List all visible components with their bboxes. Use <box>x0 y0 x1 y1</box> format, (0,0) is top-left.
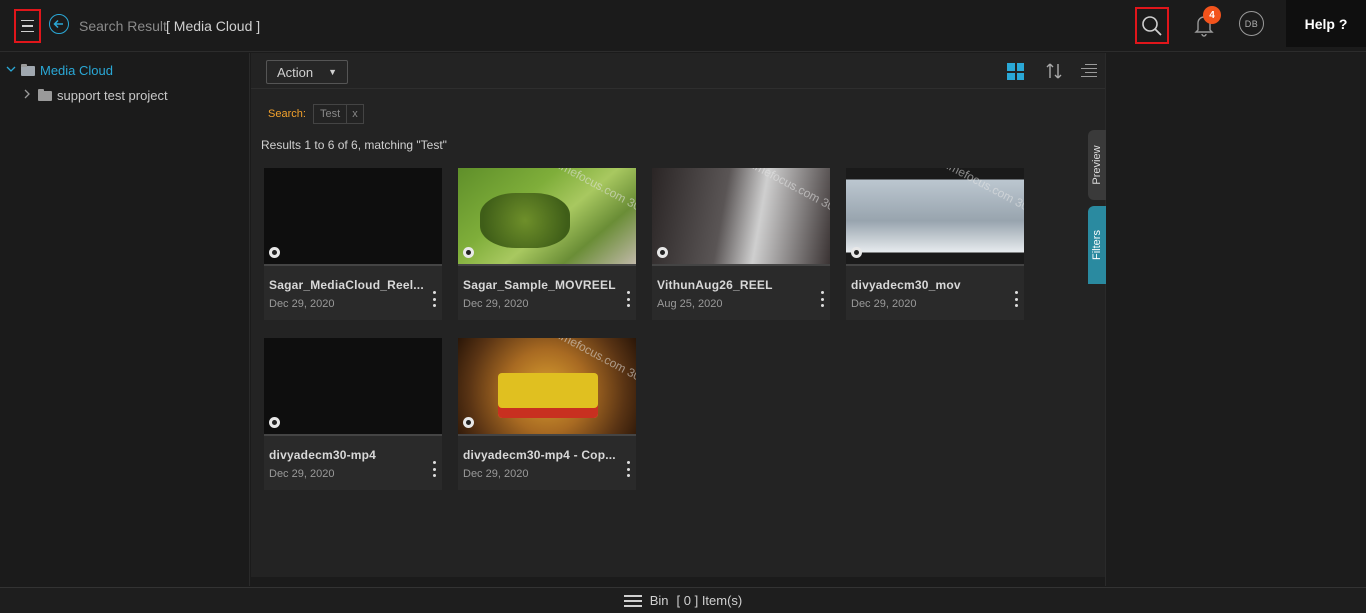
asset-title: divyadecm30-mp4 <box>269 448 377 462</box>
asset-title: Sagar_MediaCloud_Reel... <box>269 278 424 292</box>
more-options-icon[interactable] <box>431 461 437 477</box>
bin-menu-icon <box>623 594 642 607</box>
watermark-text: shilpashree@primefocus.com 30-12-2020 09… <box>870 168 1024 264</box>
film-reel-icon <box>463 417 474 428</box>
search-term-chip: Test x <box>313 104 364 124</box>
asset-date: Dec 29, 2020 <box>851 298 917 310</box>
asset-card[interactable]: shilpashree@primefocus.com 30-12-2020 09… <box>652 168 830 320</box>
tab-filters[interactable]: Filters <box>1088 206 1106 284</box>
asset-thumbnail[interactable]: shilpashree@primefocus.com 30-12-2020 09… <box>458 338 636 436</box>
notification-badge: 4 <box>1203 6 1221 24</box>
tree-item-support-test-project[interactable]: support test project <box>23 88 168 103</box>
clear-search-button[interactable]: x <box>347 105 363 123</box>
chevron-down-icon[interactable] <box>6 65 16 76</box>
asset-thumbnail[interactable]: shilpashree@primefocus.com 30-12-2020 09… <box>458 168 636 266</box>
menu-icon[interactable] <box>14 9 41 43</box>
results-count: Results 1 to 6 of 6, matching "Test" <box>261 138 447 152</box>
chevron-right-icon[interactable] <box>23 89 33 102</box>
search-term: Test <box>314 105 348 123</box>
more-options-icon[interactable] <box>625 461 631 477</box>
asset-thumbnail[interactable]: shilpashree@primefocus.com 30-12-2020 09… <box>846 168 1024 266</box>
film-reel-icon <box>657 247 668 258</box>
results-toolbar: Action ▼ <box>251 53 1105 89</box>
tab-label: Filters <box>1091 230 1103 260</box>
grid-view-icon[interactable] <box>1007 63 1024 80</box>
asset-card[interactable]: shilpashree@primefocus.com 30-12-2020 09… <box>458 168 636 320</box>
back-arrow-icon[interactable] <box>49 14 69 34</box>
asset-date: Dec 29, 2020 <box>463 468 529 480</box>
more-options-icon[interactable] <box>431 291 437 307</box>
asset-date: Aug 25, 2020 <box>657 298 723 310</box>
results-panel: Action ▼ Search: Test x Results 1 to 6 o… <box>251 53 1105 577</box>
film-reel-icon <box>851 247 862 258</box>
asset-title: VithunAug26_REEL <box>657 278 773 292</box>
film-reel-icon <box>269 417 280 428</box>
action-label: Action <box>277 64 314 80</box>
more-options-icon[interactable] <box>1013 291 1019 307</box>
sort-icon[interactable] <box>1044 61 1064 81</box>
more-options-icon[interactable] <box>625 291 631 307</box>
page-title: Search Result <box>79 18 167 34</box>
right-panel <box>1105 53 1366 586</box>
tab-preview[interactable]: Preview <box>1088 130 1106 200</box>
action-dropdown[interactable]: Action ▼ <box>266 60 348 84</box>
tree-item-label: Media Cloud <box>40 63 113 78</box>
asset-title: divyadecm30_mov <box>851 278 961 292</box>
folder-open-icon <box>21 63 35 76</box>
asset-date: Dec 29, 2020 <box>269 298 335 310</box>
film-reel-icon <box>269 247 280 258</box>
bin-bar[interactable]: Bin [ 0 ] Item(s) <box>0 587 1366 613</box>
tree-item-media-cloud[interactable]: Media Cloud <box>6 63 113 78</box>
film-reel-icon <box>463 247 474 258</box>
top-bar: Search Result [ Media Cloud ] 4 DB Help … <box>0 0 1366 52</box>
folder-icon <box>38 88 52 101</box>
help-button[interactable]: Help ? <box>1286 0 1366 47</box>
caret-down-icon: ▼ <box>328 67 338 77</box>
tab-label: Preview <box>1091 145 1103 185</box>
asset-card[interactable]: shilpashree@primefocus.com 30-12-2020 09… <box>458 338 636 490</box>
asset-card[interactable]: shilpashree@primefocus.com 30-12-2020 09… <box>846 168 1024 320</box>
asset-date: Dec 29, 2020 <box>269 468 335 480</box>
more-options-icon[interactable] <box>819 291 825 307</box>
bin-count: [ 0 ] Item(s) <box>676 593 743 608</box>
watermark-text: shilpashree@primefocus.com 30-12-2020 09… <box>676 168 830 264</box>
asset-card[interactable]: divyadecm30-mp4 Dec 29, 2020 <box>264 338 442 490</box>
search-label: Search: <box>268 108 306 120</box>
tree-item-label: support test project <box>57 88 168 103</box>
search-icon[interactable] <box>1135 7 1169 44</box>
list-view-icon[interactable] <box>1081 64 1097 78</box>
avatar[interactable]: DB <box>1239 11 1264 36</box>
asset-date: Dec 29, 2020 <box>463 298 529 310</box>
asset-thumbnail[interactable]: shilpashree@primefocus.com 30-12-2020 09… <box>652 168 830 266</box>
breadcrumb-context[interactable]: [ Media Cloud ] <box>166 18 260 34</box>
asset-thumbnail[interactable] <box>264 168 442 266</box>
folder-tree-sidebar: Media Cloud support test project <box>0 53 250 586</box>
bin-label: Bin <box>649 593 669 608</box>
asset-title: divyadecm30-mp4 - Cop... <box>463 448 616 462</box>
asset-title: Sagar_Sample_MOVREEL <box>463 278 616 292</box>
asset-card[interactable]: Sagar_MediaCloud_Reel... Dec 29, 2020 <box>264 168 442 320</box>
asset-thumbnail[interactable] <box>264 338 442 436</box>
